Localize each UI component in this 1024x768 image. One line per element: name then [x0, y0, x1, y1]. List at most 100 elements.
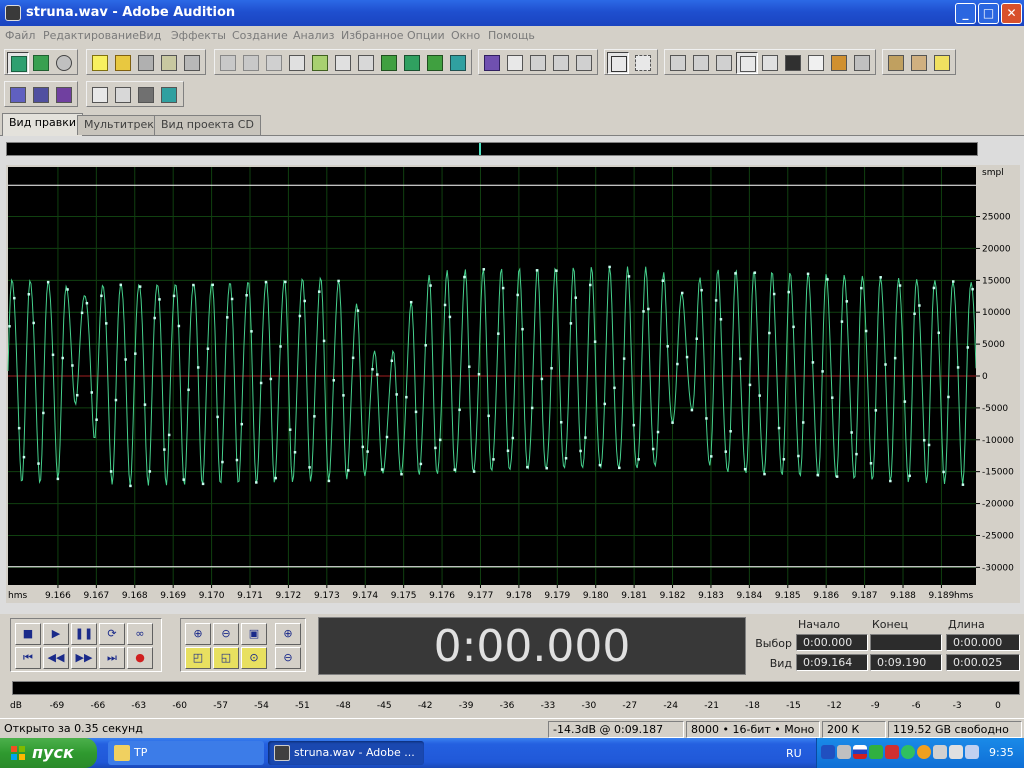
amplify-tool-button[interactable] [89, 84, 111, 106]
time-display-button[interactable] [782, 52, 804, 74]
play-button[interactable]: ▶ [43, 623, 69, 645]
menu-view[interactable]: Вид [139, 29, 161, 42]
convert-button[interactable] [447, 52, 469, 74]
maximize-button[interactable]: □ [978, 3, 999, 24]
tray-monitor-icon[interactable] [933, 745, 947, 759]
overview-view-marker[interactable] [479, 143, 482, 155]
menu-analyze[interactable]: Анализ [293, 29, 335, 42]
menu-favorites[interactable]: Избранное [341, 29, 403, 42]
language-indicator[interactable]: RU [786, 747, 802, 760]
zoom-selection-button[interactable]: ◰ [185, 647, 211, 669]
menu-effects[interactable]: Эффекты [171, 29, 226, 42]
go-to-end-button[interactable]: ⏭ [99, 647, 125, 669]
zoom-out-horizontal-button[interactable]: ⊖ [213, 623, 239, 645]
menu-edit[interactable]: Редактирование [43, 29, 139, 42]
marquee-tool-button[interactable] [632, 52, 654, 74]
window-2-button[interactable] [690, 52, 712, 74]
save-as-button[interactable] [158, 52, 180, 74]
menu-help[interactable]: Помощь [488, 29, 535, 42]
rewind-button[interactable]: ◀◀ [43, 647, 69, 669]
record-button[interactable]: ● [127, 647, 153, 669]
close-button[interactable]: ✕ [1001, 3, 1022, 24]
window-3-button[interactable] [713, 52, 735, 74]
spectral-view-button[interactable] [7, 84, 29, 106]
new-file-button[interactable] [89, 52, 111, 74]
silence-tool-button[interactable] [135, 84, 157, 106]
menu-window[interactable]: Окно [451, 29, 480, 42]
time-selection-tool-button[interactable] [607, 52, 629, 74]
redo-button[interactable] [240, 52, 262, 74]
zoom-in-vertical-button[interactable]: ⊕ [275, 623, 301, 645]
cut-button[interactable] [332, 52, 354, 74]
view-begin-field[interactable]: 0:09.164 [796, 654, 868, 671]
waveform-display[interactable]: smpl 25000 20000 15000 10000 5000 0 -5000 -10000… [6, 165, 1020, 603]
audition-app-icon[interactable] [5, 5, 21, 21]
window-1-button[interactable] [667, 52, 689, 74]
minimize-button[interactable]: _ [955, 3, 976, 24]
tray-network-icon[interactable] [837, 745, 851, 759]
play-tool-button[interactable] [736, 52, 758, 74]
settings-button[interactable] [885, 52, 907, 74]
open-file-button[interactable] [112, 52, 134, 74]
tab-cd-project[interactable]: Вид проекта CD [154, 115, 261, 135]
zoom-in-horizontal-button[interactable]: ⊕ [185, 623, 211, 645]
tab-multitrack[interactable]: Мультитрек [77, 115, 161, 135]
tray-app-icon[interactable] [917, 745, 931, 759]
grid-tool-button[interactable] [805, 52, 827, 74]
analyze-tool-button[interactable] [53, 84, 75, 106]
tool-3-button[interactable] [550, 52, 572, 74]
view-length-field[interactable]: 0:00.025 [946, 654, 1020, 671]
menu-options[interactable]: Опции [407, 29, 445, 42]
selection-length-field[interactable]: 0:00.000 [946, 634, 1020, 651]
menu-generate[interactable]: Создание [232, 29, 288, 42]
selection-begin-field[interactable]: 0:00.000 [796, 634, 868, 651]
multitrack-view-button[interactable] [30, 52, 52, 74]
menu-file[interactable]: Файл [5, 29, 35, 42]
stop-button[interactable]: ■ [15, 623, 41, 645]
tray-volume-icon[interactable] [949, 745, 963, 759]
tray-misc-icon[interactable] [965, 745, 979, 759]
save-all-button[interactable] [181, 52, 203, 74]
copy-to-new-button[interactable] [286, 52, 308, 74]
loop-tool-button[interactable] [112, 84, 134, 106]
tab-edit-view[interactable]: Вид правки [2, 113, 83, 136]
loop-play-button[interactable]: ∞ [127, 623, 153, 645]
tool-4-button[interactable] [573, 52, 595, 74]
view-end-field[interactable]: 0:09.190 [870, 654, 942, 671]
tray-flag-icon[interactable] [853, 745, 867, 759]
go-to-start-button[interactable]: ⏮ [15, 647, 41, 669]
zoom-out-vertical-button[interactable]: ⊖ [275, 647, 301, 669]
cut-mode-button[interactable] [263, 52, 285, 74]
tray-icq-icon[interactable] [901, 745, 915, 759]
start-button[interactable]: пуск [0, 738, 97, 768]
band-tool-button[interactable] [158, 84, 180, 106]
taskbar-item-audition[interactable]: struna.wav - Adobe ... [268, 741, 424, 765]
mix-paste-button[interactable] [401, 52, 423, 74]
script-button[interactable] [908, 52, 930, 74]
paste-button[interactable] [355, 52, 377, 74]
help-button[interactable] [931, 52, 953, 74]
cd-view-button[interactable] [53, 52, 75, 74]
zoom-right-edge-button[interactable]: ⊙ [241, 647, 267, 669]
tray-mail-icon[interactable] [885, 745, 899, 759]
taskbar-item-tp[interactable]: TP [108, 741, 264, 765]
trim-button[interactable] [424, 52, 446, 74]
pause-button[interactable]: ❚❚ [71, 623, 97, 645]
waveform-overview-bar[interactable] [6, 142, 978, 156]
waveform-svg[interactable]: smpl 25000 20000 15000 10000 5000 0 -5000 -10000… [6, 165, 1020, 603]
tray-arrow-icon[interactable] [821, 745, 835, 759]
envelope-button[interactable] [481, 52, 503, 74]
selection-end-field[interactable] [870, 634, 942, 651]
time-ruler[interactable]: hms hms 9.166 9.167 9.168 9.169 9.170 9.171 9.17… [6, 585, 1020, 601]
zoom-tool-button[interactable] [759, 52, 781, 74]
tool-1-button[interactable] [504, 52, 526, 74]
panel-tool-button[interactable] [851, 52, 873, 74]
tray-shield-icon[interactable] [869, 745, 883, 759]
copy-button[interactable] [309, 52, 331, 74]
save-file-button[interactable] [135, 52, 157, 74]
tool-2-button[interactable] [527, 52, 549, 74]
play-to-end-button[interactable]: ⟳ [99, 623, 125, 645]
undo-button[interactable] [217, 52, 239, 74]
fast-forward-button[interactable]: ▶▶ [71, 647, 97, 669]
paste-to-new-button[interactable] [378, 52, 400, 74]
